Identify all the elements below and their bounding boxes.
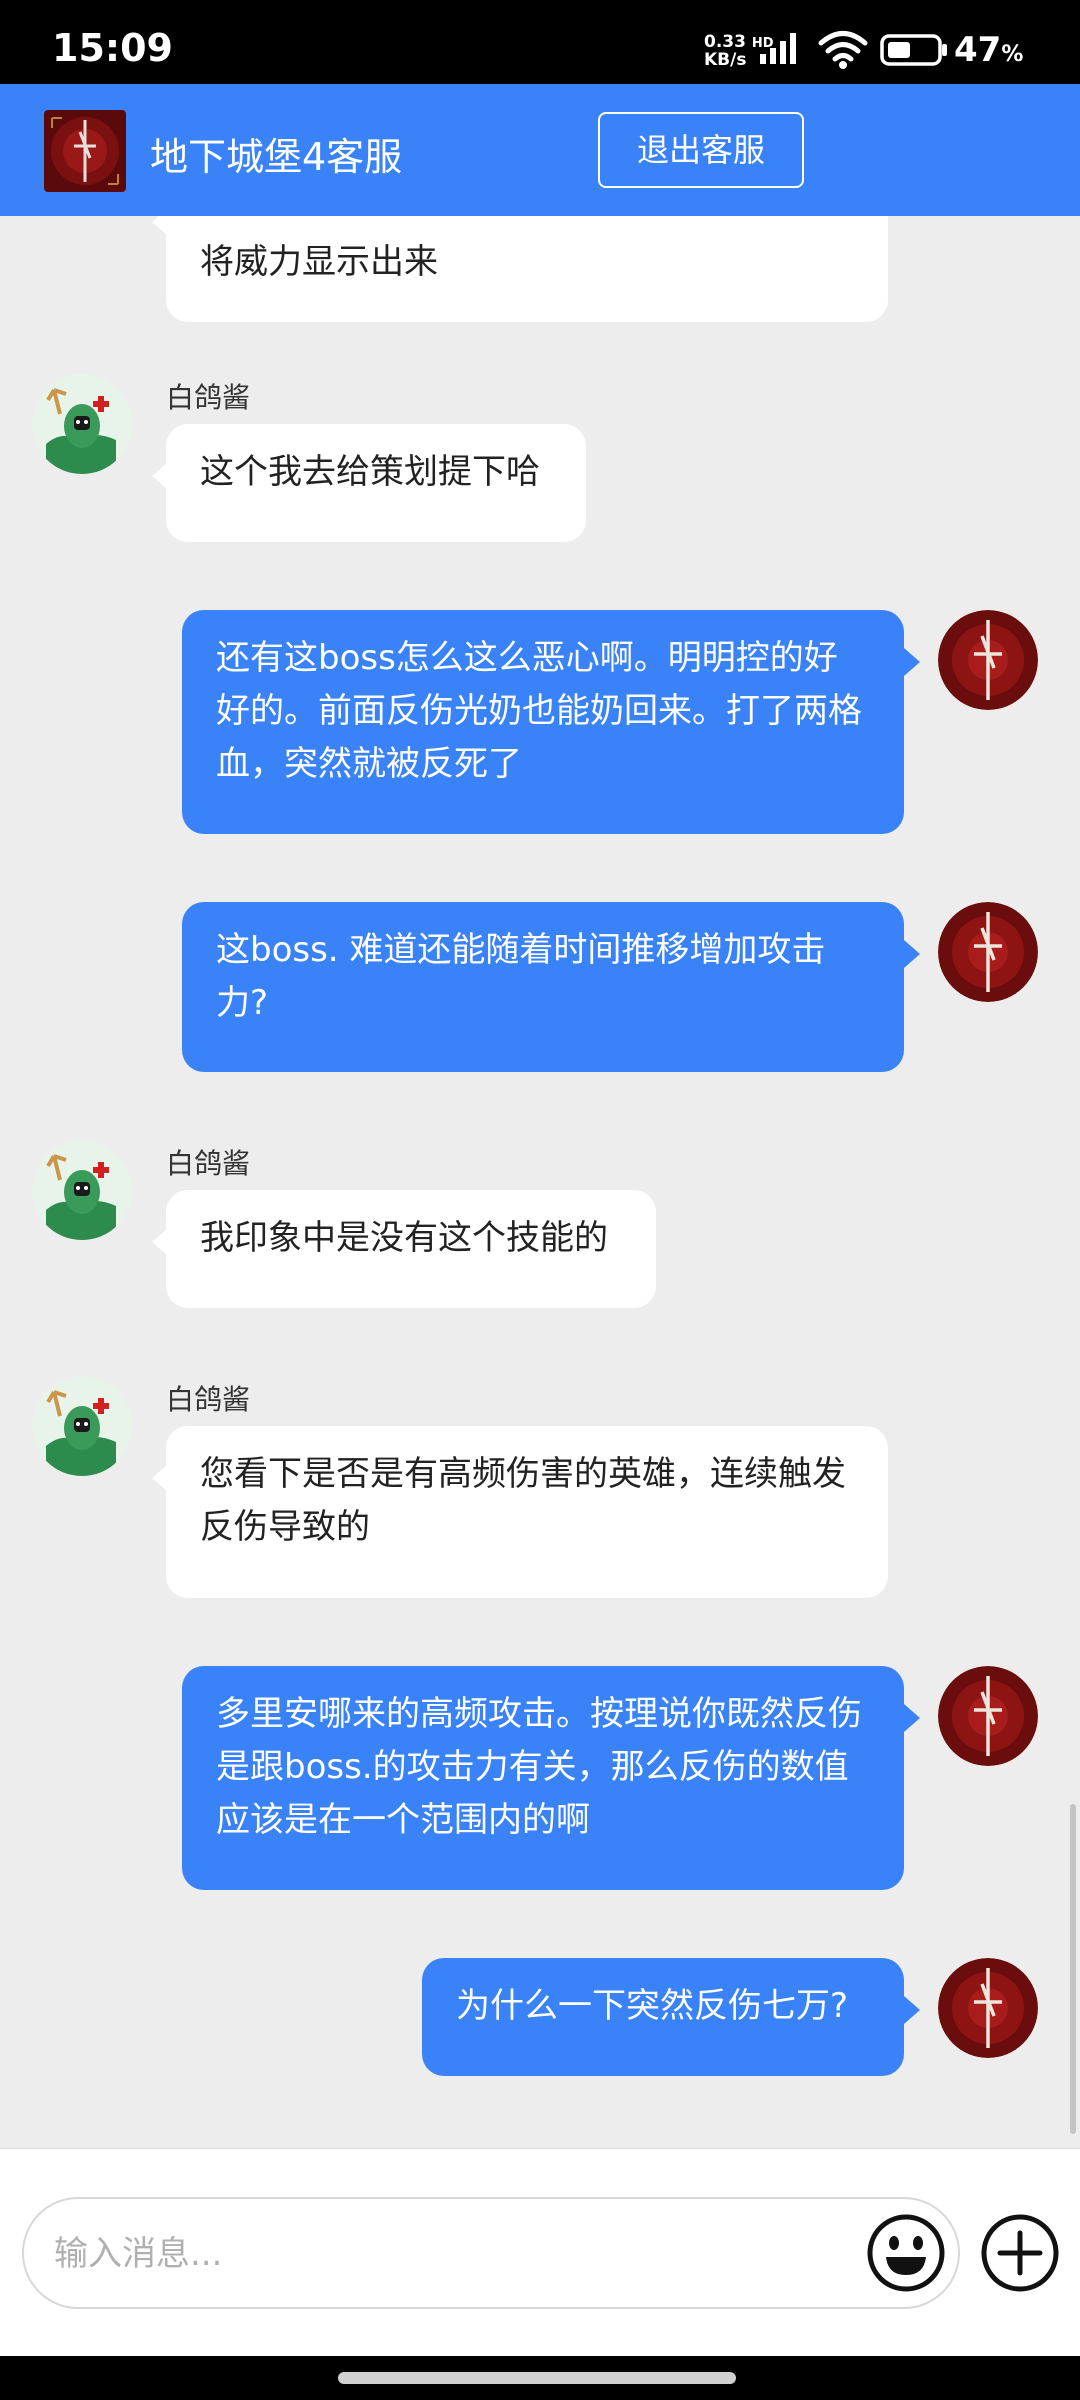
plus-icon[interactable] <box>980 2213 1060 2293</box>
battery-percent-value: 47 <box>954 30 1002 70</box>
message-text: 多里安哪来的高频攻击。按理说你既然反伤是跟boss.的攻击力有关，那么反伤的数值… <box>216 1694 862 1840</box>
input-bar <box>0 2148 1080 2356</box>
agent-avatar[interactable] <box>32 1140 132 1240</box>
agent-avatar[interactable] <box>32 374 132 474</box>
message-bubble-agent: 您看下是否是有高频伤害的英雄，连续触发反伤导致的 <box>152 1426 888 1598</box>
game-logo <box>44 110 126 192</box>
system-nav-bar <box>0 2356 1080 2400</box>
status-time: 15:09 <box>52 26 173 70</box>
exit-service-button[interactable]: 退出客服 <box>598 112 804 188</box>
message-bubble-agent: 这个我去给策划提下哈 <box>152 424 586 542</box>
status-bar: 15:09 0.33 HD KB/s 47% <box>0 0 1080 84</box>
battery-icon <box>880 34 947 66</box>
battery-percent: 47% <box>954 30 1023 70</box>
wifi-icon <box>818 31 868 69</box>
net-speed-value: 0.33 <box>704 32 746 52</box>
sender-name: 白鸽酱 <box>166 1383 251 1416</box>
message-text: 为什么一下突然反伤七万? <box>456 1986 849 2026</box>
battery-percent-symbol: % <box>1001 42 1024 67</box>
user-avatar[interactable] <box>938 1958 1038 2058</box>
sender-name: 白鸽酱 <box>166 381 251 414</box>
message-bubble-agent: 我印象中是没有这个技能的 <box>152 1190 656 1308</box>
chat-area[interactable]: 将威力显示出来 白鸽酱 这个我去给策划提下哈 还有这boss怎么这么恶心啊。明明… <box>0 216 1080 2148</box>
message-text: 还有这boss怎么这么恶心啊。明明控的好好的。前面反伤光奶也能奶回来。打了两格血… <box>216 638 862 784</box>
message-input-wrapper[interactable] <box>22 2197 960 2309</box>
message-bubble-agent: 将威力显示出来 <box>152 216 888 322</box>
message-bubble-user: 为什么一下突然反伤七万? <box>422 1958 920 2076</box>
message-bubble-user: 还有这boss怎么这么恶心啊。明明控的好好的。前面反伤光奶也能奶回来。打了两格血… <box>182 610 920 834</box>
message-bubble-user: 这boss. 难道还能随着时间推移增加攻击力? <box>182 902 920 1072</box>
message-bubble-user: 多里安哪来的高频攻击。按理说你既然反伤是跟boss.的攻击力有关，那么反伤的数值… <box>182 1666 920 1890</box>
message-input[interactable] <box>54 2227 854 2281</box>
agent-avatar[interactable] <box>32 1376 132 1476</box>
home-indicator[interactable] <box>338 2372 736 2384</box>
message-text: 将威力显示出来 <box>200 242 438 282</box>
user-avatar[interactable] <box>938 610 1038 710</box>
emoji-icon[interactable] <box>866 2213 946 2293</box>
message-text: 您看下是否是有高频伤害的英雄，连续触发反伤导致的 <box>200 1454 846 1547</box>
user-avatar[interactable] <box>938 902 1038 1002</box>
user-avatar[interactable] <box>938 1666 1038 1766</box>
page-title: 地下城堡4客服 <box>150 135 403 179</box>
message-text: 这个我去给策划提下哈 <box>200 452 540 492</box>
message-text: 这boss. 难道还能随着时间推移增加攻击力? <box>216 930 826 1023</box>
header: 地下城堡4客服 退出客服 <box>0 84 1080 216</box>
signal-icon <box>760 33 796 64</box>
sender-name: 白鸽酱 <box>166 1147 251 1180</box>
chat-scrollbar[interactable] <box>1070 1804 1076 2134</box>
message-text: 我印象中是没有这个技能的 <box>200 1218 608 1258</box>
